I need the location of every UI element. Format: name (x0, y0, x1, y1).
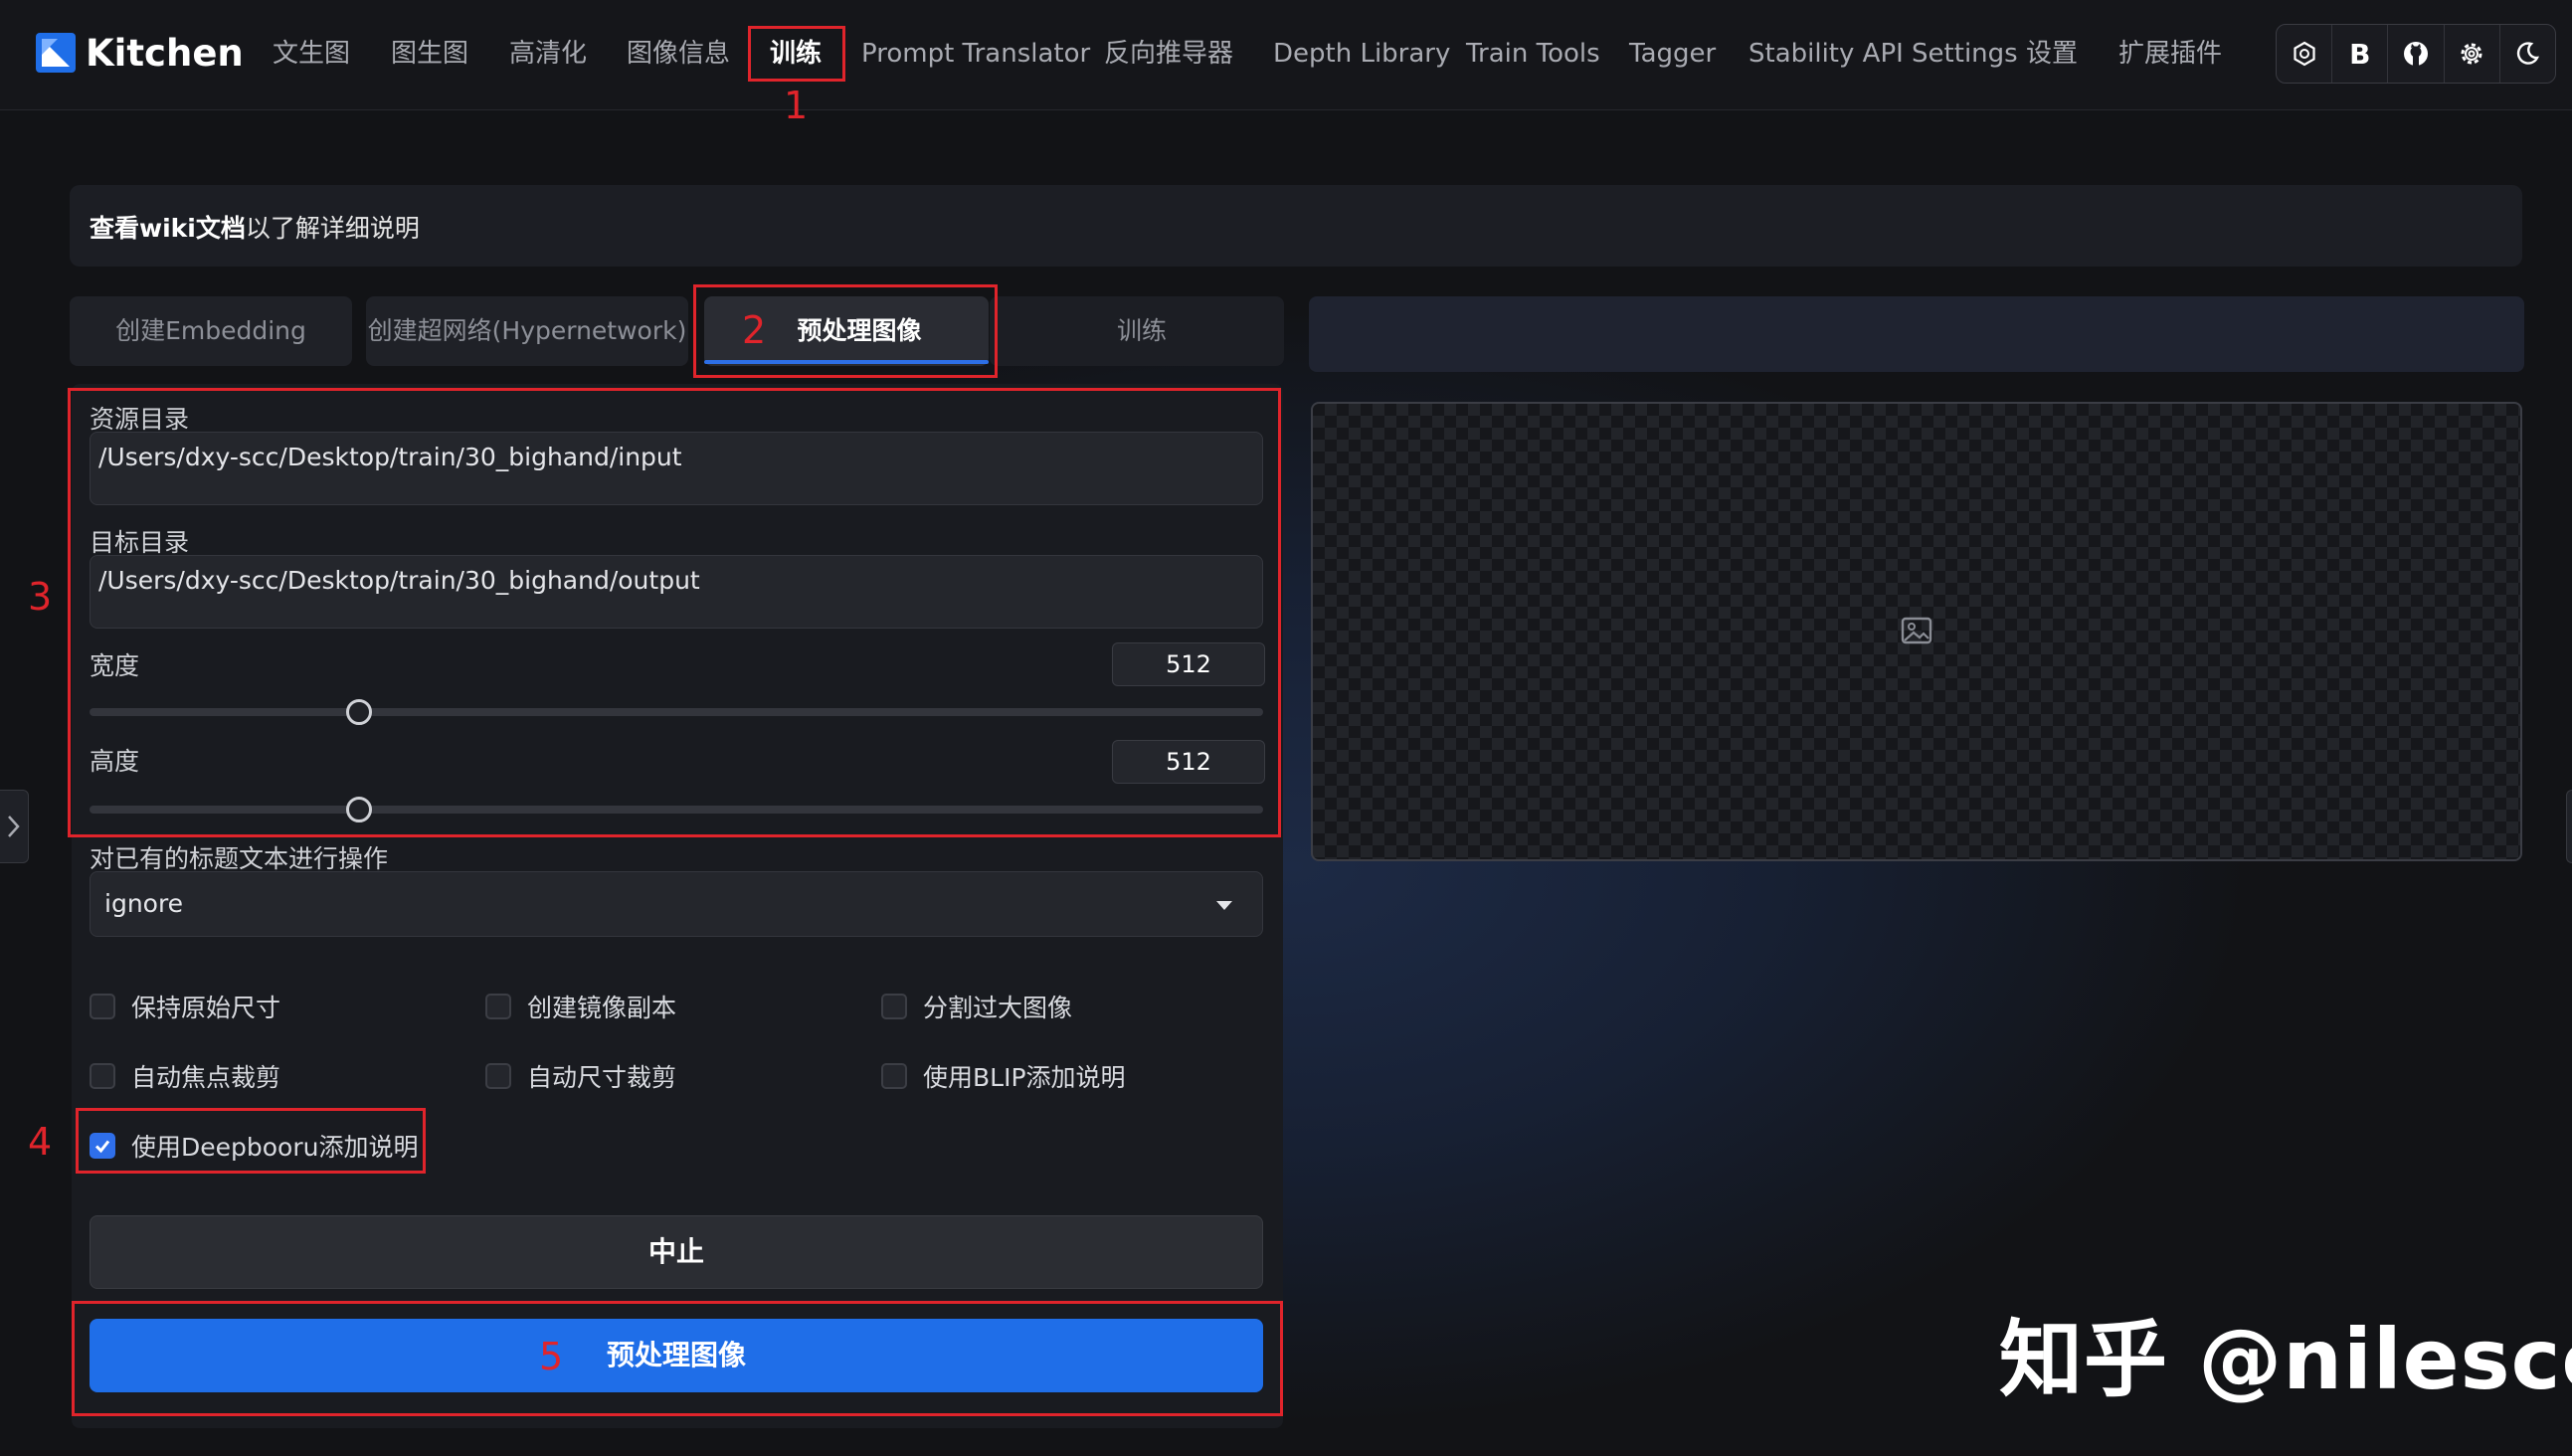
nav-item-interrogator[interactable]: 反向推导器 (1104, 24, 1233, 84)
annotation-box-deepbooru (76, 1108, 426, 1174)
use-blip-option[interactable]: 使用BLIP添加说明 (881, 1058, 1126, 1094)
bold-b-icon[interactable]: B (2332, 25, 2389, 83)
create-flipped-label: 创建镜像副本 (527, 994, 677, 1022)
openai-icon[interactable] (2277, 25, 2333, 83)
annotation-number-4: 4 (28, 1120, 53, 1164)
github-icon[interactable] (2388, 25, 2445, 83)
auto-size-crop-label: 自动尺寸裁剪 (527, 1063, 677, 1092)
annotation-number-5: 5 (539, 1335, 564, 1378)
top-nav-bar: Kitchen 文生图 图生图 高清化 图像信息 训练 Prompt Trans… (0, 0, 2572, 110)
dark-mode-moon-icon[interactable] (2500, 25, 2555, 83)
right-sidebar-handle[interactable] (2566, 790, 2572, 863)
nav-item-txt2img[interactable]: 文生图 (271, 24, 352, 84)
tab-train[interactable]: 训练 (1001, 296, 1283, 366)
nav-item-train-tools[interactable]: Train Tools (1466, 24, 1600, 84)
annotation-number-3: 3 (28, 575, 53, 619)
wiki-info-bar: 查看wiki文档以了解详细说明 (70, 185, 2522, 267)
caption-action-label: 对已有的标题文本进行操作 (90, 844, 389, 873)
nav-item-depth-library[interactable]: Depth Library (1273, 24, 1450, 84)
output-status-bar (1309, 296, 2524, 372)
annotation-box-train-tab (748, 26, 845, 82)
use-blip-label: 使用BLIP添加说明 (923, 1063, 1126, 1092)
annotation-box-directory-size (68, 388, 1281, 837)
caption-action-select[interactable]: ignore (90, 871, 1263, 937)
keep-original-size-option[interactable]: 保持原始尺寸 (90, 989, 280, 1024)
keep-original-size-checkbox[interactable] (90, 994, 115, 1019)
nav-item-extensions[interactable]: 扩展插件 (2116, 24, 2224, 84)
auto-focal-crop-option[interactable]: 自动焦点裁剪 (90, 1058, 280, 1094)
auto-size-crop-checkbox[interactable] (485, 1063, 511, 1089)
auto-focal-crop-label: 自动焦点裁剪 (131, 1063, 281, 1092)
app-title: Kitchen (86, 31, 244, 75)
auto-focal-crop-checkbox[interactable] (90, 1063, 115, 1089)
settings-gear-icon[interactable] (2445, 25, 2500, 83)
kitchen-logo-icon (36, 33, 76, 73)
annotation-number-2: 2 (742, 308, 767, 352)
app-logo[interactable]: Kitchen (36, 28, 244, 78)
image-placeholder-icon (1901, 615, 1932, 650)
caption-action-value: ignore (104, 889, 184, 918)
stop-button[interactable]: 中止 (90, 1215, 1263, 1289)
expand-sidebar-handle[interactable] (0, 790, 29, 863)
split-oversized-checkbox[interactable] (881, 994, 907, 1019)
nav-item-tagger[interactable]: Tagger (1629, 24, 1716, 84)
split-oversized-option[interactable]: 分割过大图像 (881, 989, 1072, 1024)
nav-item-upscale[interactable]: 高清化 (507, 24, 589, 84)
keep-original-size-label: 保持原始尺寸 (131, 994, 281, 1022)
create-flipped-checkbox[interactable] (485, 994, 511, 1019)
chevron-down-icon (1216, 901, 1232, 910)
annotation-number-1: 1 (784, 84, 809, 127)
chevron-right-icon (8, 816, 20, 837)
wiki-link[interactable]: 查看wiki文档 (90, 214, 246, 243)
nav-item-image-info[interactable]: 图像信息 (625, 24, 732, 84)
annotation-box-preprocess-tab (693, 284, 998, 378)
auto-size-crop-option[interactable]: 自动尺寸裁剪 (485, 1058, 676, 1094)
nav-item-prompt-translator[interactable]: Prompt Translator (861, 24, 1090, 84)
nav-item-settings[interactable]: 设置 (2025, 24, 2079, 84)
zhihu-watermark: 知乎 @nilescc (1999, 1311, 2572, 1408)
nav-item-img2img[interactable]: 图生图 (389, 24, 470, 84)
create-flipped-option[interactable]: 创建镜像副本 (485, 989, 676, 1024)
use-blip-checkbox[interactable] (881, 1063, 907, 1089)
wiki-info-rest: 以了解详细说明 (245, 214, 420, 243)
wiki-info-text: 查看wiki文档以了解详细说明 (90, 209, 420, 245)
output-image-gallery (1311, 402, 2522, 861)
tab-create-embedding[interactable]: 创建Embedding (70, 296, 352, 366)
annotation-box-preprocess-button (72, 1301, 1283, 1416)
tab-create-hypernetwork[interactable]: 创建超网络(Hypernetwork) (366, 296, 688, 366)
split-oversized-label: 分割过大图像 (923, 994, 1073, 1022)
header-icon-group: B (2276, 24, 2556, 84)
nav-item-stability-api[interactable]: Stability API Settings (1748, 24, 2018, 84)
